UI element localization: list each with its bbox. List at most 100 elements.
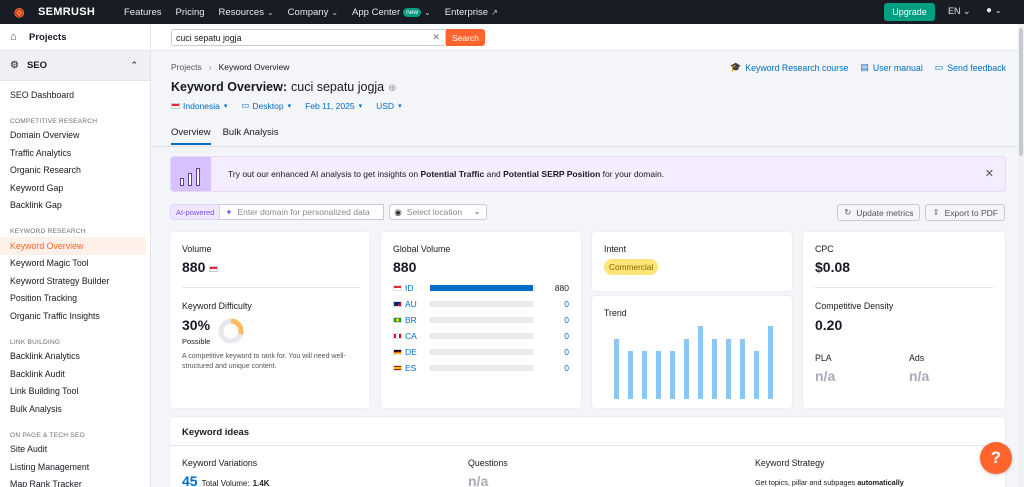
global-volume-row: BR 0 [393, 315, 569, 325]
sidebar-item-keyword-gap[interactable]: Keyword Gap [0, 179, 150, 197]
tab-bulk-analysis[interactable]: Bulk Analysis [223, 127, 279, 145]
chevron-up-icon: ⌃ [130, 60, 138, 70]
nav-enterprise[interactable]: Enterprise ↗ [445, 7, 498, 18]
send-feedback-link[interactable]: ▭ Send feedback [935, 62, 1006, 73]
trend-bar[interactable] [642, 350, 647, 399]
country-code[interactable]: AU [405, 299, 430, 309]
volume-share-bar [430, 365, 533, 371]
location-selector[interactable]: ◉ Select location ⌄ [389, 204, 488, 220]
semrush-logo[interactable]: ◉ SEMRUSH [14, 6, 114, 19]
card-divider [815, 287, 993, 288]
sidebar-item-organic-research[interactable]: Organic Research [0, 162, 150, 180]
country-code[interactable]: ES [405, 363, 430, 373]
sidebar-item-keyword-magic-tool[interactable]: Keyword Magic Tool [0, 255, 150, 273]
trend-bar[interactable] [712, 339, 717, 399]
chevron-right-icon: › [208, 62, 212, 72]
nav-features[interactable]: Features [124, 7, 162, 18]
sidebar-item-keyword-strategy-builder[interactable]: Keyword Strategy Builder [0, 272, 150, 290]
date-selector[interactable]: Feb 11, 2025 ▾ [305, 100, 362, 111]
clear-icon[interactable]: ✕ [432, 32, 440, 43]
keyword-search-input[interactable]: cuci sepatu jogja ✕ [171, 29, 446, 46]
ai-powered-badge: AI-powered [170, 204, 221, 220]
trend-bar[interactable] [754, 350, 759, 399]
sidebar-item-seo-dashboard[interactable]: SEO Dashboard [0, 86, 150, 104]
sidebar-item-backlink-audit[interactable]: Backlink Audit [0, 365, 150, 383]
keyword-variations-count[interactable]: 45 [182, 473, 198, 487]
keyword-strategy-label: Keyword Strategy [755, 458, 825, 468]
sidebar-item-organic-traffic-insights[interactable]: Organic Traffic Insights [0, 307, 150, 325]
help-button[interactable]: ? [980, 442, 1012, 474]
country-code[interactable]: BR [405, 315, 430, 325]
nav-pricing[interactable]: Pricing [176, 7, 205, 18]
cpc-value: $0.08 [815, 259, 851, 275]
chevron-down-icon: ▾ [223, 102, 228, 110]
sidebar-seo-toggle[interactable]: ⚙ SEO ⌃ [0, 51, 150, 81]
breadcrumb-projects[interactable]: Projects [171, 62, 202, 72]
trend-chart [612, 326, 773, 399]
sidebar-item-backlink-gap[interactable]: Backlink Gap [0, 197, 150, 215]
nav-app-center[interactable]: App Center new ⌄ [352, 7, 431, 18]
keyword-research-course-link[interactable]: 🎓 Keyword Research course [730, 62, 848, 73]
country-selector[interactable]: Indonesia ▾ [171, 100, 227, 111]
trend-bar[interactable] [614, 339, 619, 399]
sidebar-item-domain-overview[interactable]: Domain Overview [0, 127, 150, 145]
upgrade-button[interactable]: Upgrade [884, 3, 935, 21]
ads-label: Ads [909, 353, 925, 363]
language-selector[interactable]: EN ⌄ [948, 6, 971, 17]
page-scrollbar[interactable] [1018, 24, 1024, 487]
country-volume-value[interactable]: 0 [564, 331, 569, 341]
currency-selector[interactable]: USD ▾ [376, 100, 401, 111]
chevron-down-icon: ▾ [287, 102, 292, 110]
add-to-list-icon[interactable]: ⊕ [388, 83, 396, 94]
country-volume-value[interactable]: 0 [564, 363, 569, 373]
sidebar-item-site-audit[interactable]: Site Audit [0, 441, 150, 459]
country-volume-value[interactable]: 0 [564, 347, 569, 357]
update-metrics-button[interactable]: ↻ Update metrics [837, 204, 921, 221]
trend-bar[interactable] [628, 350, 633, 399]
chevron-down-icon: ▾ [358, 102, 363, 110]
nav-company[interactable]: Company ⌄ [288, 7, 338, 18]
country-code[interactable]: CA [405, 331, 430, 341]
tab-overview[interactable]: Overview [171, 127, 211, 145]
trend-bar[interactable] [768, 326, 773, 399]
trend-bar[interactable] [684, 339, 689, 399]
user-menu[interactable]: ● ⌄ [986, 5, 1002, 16]
device-selector[interactable]: ▭ Desktop ▾ [241, 100, 291, 111]
tabs-divider [151, 146, 1024, 147]
intent-badge: Commercial [604, 259, 659, 275]
trend-bar[interactable] [726, 339, 731, 399]
nav-resources[interactable]: Resources ⌄ [219, 7, 274, 18]
user-manual-link[interactable]: ▤ User manual [860, 62, 922, 73]
trend-bar[interactable] [698, 326, 703, 399]
sidebar-item-keyword-overview[interactable]: Keyword Overview [0, 237, 146, 255]
country-volume-value[interactable]: 0 [564, 315, 569, 325]
sidebar-item-traffic-analytics[interactable]: Traffic Analytics [0, 144, 150, 162]
close-icon[interactable]: ✕ [985, 167, 994, 180]
trend-bar[interactable] [670, 350, 675, 399]
sidebar-item-listing-management[interactable]: Listing Management [0, 458, 150, 476]
keyword-variations-label: Keyword Variations [182, 458, 258, 468]
sidebar-projects[interactable]: ⌂ Projects [0, 24, 150, 51]
feedback-icon: ▭ [934, 62, 944, 72]
help-links: 🎓 Keyword Research course ▤ User manual ▭ S… [718, 62, 1006, 73]
indonesia-flag-icon [171, 102, 180, 109]
sidebar-item-bulk-analysis[interactable]: Bulk Analysis [0, 400, 150, 418]
sidebar-item-position-tracking[interactable]: Position Tracking [0, 290, 150, 308]
global-volume-row: CA 0 [393, 331, 569, 341]
cpc-label: CPC [815, 244, 834, 254]
export-pdf-button[interactable]: ⇪ Export to PDF [925, 204, 1005, 221]
export-icon: ⇪ [932, 207, 940, 217]
country-code[interactable]: ID [405, 283, 430, 293]
sidebar-item-link-building-tool[interactable]: Link Building Tool [0, 383, 150, 401]
chart-illustration-icon [171, 157, 211, 191]
country-volume-value[interactable]: 0 [564, 299, 569, 309]
country-code[interactable]: DE [405, 347, 430, 357]
trend-bar[interactable] [656, 350, 661, 399]
volume-value: 880 [182, 259, 221, 275]
sidebar-item-map-rank-tracker[interactable]: Map Rank Tracker [0, 476, 150, 487]
external-link-icon: ↗ [491, 7, 498, 17]
search-button[interactable]: Search [446, 29, 485, 46]
sidebar-item-backlink-analytics[interactable]: Backlink Analytics [0, 348, 150, 366]
trend-bar[interactable] [740, 339, 745, 399]
domain-input[interactable]: ✦ Enter domain for personalized data [220, 204, 385, 220]
